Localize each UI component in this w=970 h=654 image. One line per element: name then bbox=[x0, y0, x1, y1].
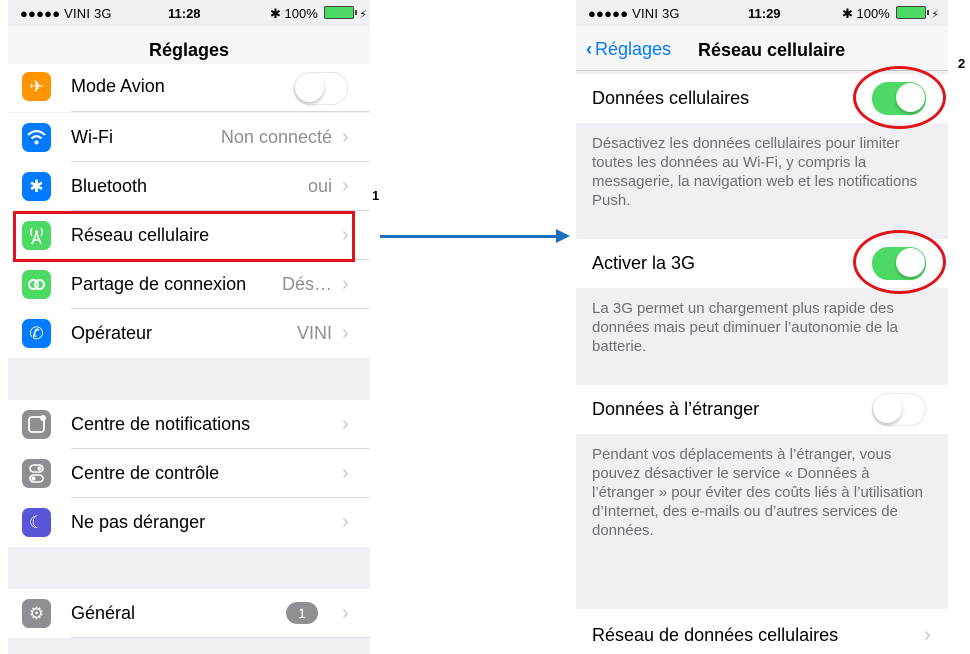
row-label: Réseau de données cellulaires bbox=[592, 625, 839, 645]
gear-icon: ⚙ bbox=[22, 599, 51, 628]
bluetooth-icon: ✱ bbox=[22, 172, 51, 201]
carrier-signal: ●●●●● VINI 3G bbox=[20, 6, 112, 21]
wifi-status-value: Non connecté bbox=[220, 127, 332, 147]
chevron-right-icon: › bbox=[342, 413, 349, 435]
row-label: Données cellulaires bbox=[592, 88, 750, 108]
chevron-right-icon: › bbox=[924, 624, 931, 646]
arrow-head-icon bbox=[556, 229, 570, 243]
battery-indicator: ✱ 100% ⚡ bbox=[270, 6, 367, 22]
carrier-signal: ●●●●● VINI 3G bbox=[588, 6, 680, 21]
row-partage-connexion[interactable]: Partage de connexion Dés… › bbox=[8, 260, 370, 309]
chevron-right-icon: › bbox=[342, 175, 349, 197]
status-time: 11:28 bbox=[168, 6, 201, 21]
row-separator bbox=[71, 637, 370, 638]
airplane-icon: ✈ bbox=[22, 72, 51, 101]
row-label: Mode Avion bbox=[71, 76, 165, 96]
hotspot-status-value: Dés… bbox=[281, 274, 332, 294]
carrier-value: VINI bbox=[296, 323, 332, 343]
row-label: Ne pas déranger bbox=[71, 512, 206, 532]
row-label: Données à l’étranger bbox=[592, 399, 760, 419]
row-activer-3g: Activer la 3G bbox=[576, 239, 948, 288]
moon-icon: ☾ bbox=[22, 508, 51, 537]
charging-icon: ⚡ bbox=[931, 9, 940, 21]
row-reseau-cellulaire[interactable]: Réseau cellulaire › bbox=[8, 211, 370, 260]
phone-icon: ✆ bbox=[22, 319, 51, 348]
wifi-icon bbox=[22, 123, 51, 152]
notifications-icon bbox=[22, 410, 51, 439]
3g-footer: La 3G permet un chargement plus rapide d… bbox=[592, 300, 899, 355]
row-label: Wi-Fi bbox=[71, 127, 113, 147]
battery-icon bbox=[896, 6, 930, 19]
toggle-knob bbox=[873, 394, 902, 423]
chevron-right-icon: › bbox=[342, 602, 349, 624]
airplane-mode-toggle[interactable] bbox=[294, 72, 348, 105]
settings-screen: ●●●●● VINI 3G 11:28 ✱ 100% ⚡ Réglages ✈ … bbox=[8, 0, 370, 654]
charging-icon: ⚡ bbox=[359, 9, 368, 21]
status-bar: ●●●●● VINI 3G 11:28 ✱ 100% ⚡ bbox=[8, 0, 370, 26]
bluetooth-status-icon: ✱ bbox=[270, 6, 281, 21]
battery-indicator: ✱ 100% ⚡ bbox=[842, 6, 939, 22]
3g-toggle[interactable] bbox=[872, 247, 926, 280]
row-donnees-etranger: Données à l’étranger bbox=[576, 385, 948, 434]
row-label: Activer la 3G bbox=[592, 253, 696, 273]
back-button[interactable]: ‹ Réglages bbox=[586, 39, 671, 60]
toggle-knob bbox=[896, 248, 925, 277]
battery-percent: 100% bbox=[856, 6, 890, 21]
back-button-label: Réglages bbox=[595, 39, 672, 59]
chevron-right-icon: › bbox=[342, 322, 349, 344]
row-label: Général bbox=[71, 603, 136, 623]
bluetooth-status-value: oui bbox=[307, 176, 332, 196]
status-time: 11:29 bbox=[748, 6, 781, 21]
page-title: Réseau cellulaire bbox=[698, 40, 846, 60]
status-bar: ●●●●● VINI 3G 11:29 ✱ 100% ⚡ bbox=[576, 0, 948, 26]
annotation-step-1: 1 bbox=[372, 188, 380, 203]
row-label: Partage de connexion bbox=[71, 274, 247, 294]
row-wifi[interactable]: Wi-Fi Non connecté › bbox=[8, 113, 370, 162]
roaming-footer: Pendant vos déplacements à l’étranger, v… bbox=[592, 446, 924, 539]
row-donnees-cellulaires: Données cellulaires bbox=[576, 74, 948, 123]
row-label: Opérateur bbox=[71, 323, 153, 343]
chevron-right-icon: › bbox=[342, 224, 349, 246]
cellular-network-screen: ●●●●● VINI 3G 11:29 ✱ 100% ⚡ ‹ Réglages R… bbox=[576, 0, 948, 654]
row-label: Centre de contrôle bbox=[71, 463, 220, 483]
row-bluetooth[interactable]: ✱ Bluetooth oui › bbox=[8, 162, 370, 211]
cellular-data-toggle[interactable] bbox=[872, 82, 926, 115]
chevron-right-icon: › bbox=[342, 462, 349, 484]
row-centre-controle[interactable]: Centre de contrôle › bbox=[8, 449, 370, 498]
arrow-line bbox=[380, 235, 558, 238]
row-operateur[interactable]: ✆ Opérateur VINI › bbox=[8, 309, 370, 358]
chevron-right-icon: › bbox=[342, 273, 349, 295]
chevron-left-icon: ‹ bbox=[586, 39, 592, 59]
chevron-right-icon: › bbox=[342, 126, 349, 148]
bluetooth-status-icon: ✱ bbox=[842, 6, 853, 21]
control-center-icon bbox=[22, 459, 51, 488]
battery-icon bbox=[324, 6, 358, 19]
row-label: Centre de notifications bbox=[71, 414, 251, 434]
row-centre-notifications[interactable]: Centre de notifications › bbox=[8, 400, 370, 449]
roaming-toggle[interactable] bbox=[872, 393, 926, 426]
cellular-data-footer: Désactivez les données cellulaires pour … bbox=[592, 135, 918, 209]
row-reseau-donnees-cellulaires[interactable]: Réseau de données cellulaires › bbox=[576, 609, 948, 654]
row-ne-pas-deranger[interactable]: ☾ Ne pas déranger › bbox=[8, 498, 370, 547]
hotspot-icon bbox=[22, 270, 51, 299]
update-badge: 1 bbox=[286, 602, 318, 624]
toggle-knob bbox=[295, 73, 324, 102]
row-general[interactable]: ⚙ Général 1 › bbox=[8, 589, 370, 638]
cellular-antenna-icon bbox=[22, 221, 51, 250]
row-mode-avion[interactable]: ✈ Mode Avion bbox=[8, 64, 370, 112]
navigation-bar: ‹ Réglages Réseau cellulaire bbox=[576, 26, 948, 71]
chevron-right-icon: › bbox=[342, 511, 349, 533]
battery-percent: 100% bbox=[284, 6, 318, 21]
page-title: Réglages bbox=[148, 40, 230, 60]
row-label: Réseau cellulaire bbox=[71, 225, 210, 245]
annotation-step-2: 2 bbox=[958, 56, 966, 71]
row-label: Bluetooth bbox=[71, 176, 148, 196]
row-separator bbox=[71, 111, 370, 112]
toggle-knob bbox=[896, 83, 925, 112]
